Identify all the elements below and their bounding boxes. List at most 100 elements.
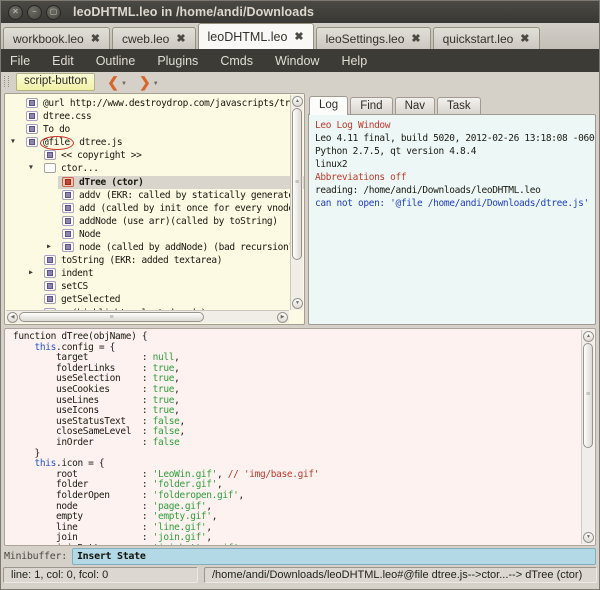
- log-tab-log[interactable]: Log: [309, 96, 348, 115]
- file-tab-quickstart.leo[interactable]: quickstart.leo✖: [433, 27, 540, 49]
- tree-node[interactable]: To do: [5, 123, 304, 136]
- tab-close-icon[interactable]: ✖: [411, 32, 420, 45]
- tab-close-icon[interactable]: ✖: [91, 32, 100, 45]
- code-vertical-scrollbar[interactable]: ▲ ≡ ▼: [581, 330, 594, 544]
- menu-file[interactable]: File: [1, 54, 41, 68]
- tree-node[interactable]: ▶ node (called by addNode) (bad recursion…: [5, 241, 304, 254]
- menu-edit[interactable]: Edit: [41, 54, 85, 68]
- log-tab-task[interactable]: Task: [437, 97, 481, 114]
- tree-node[interactable]: add (called by init once for every vnode…: [5, 202, 304, 215]
- tree-node[interactable]: @url http://www.destroydrop.com/javascri…: [5, 97, 304, 110]
- tree-node[interactable]: ▶ indent: [5, 267, 304, 280]
- tree-node-label: setCS: [61, 280, 88, 293]
- scroll-left-icon[interactable]: ◀: [7, 312, 18, 323]
- node-status-icon[interactable]: [44, 163, 56, 173]
- nav-forward-icon[interactable]: ❯: [139, 75, 151, 89]
- tree-horizontal-scrollbar[interactable]: ◀ ≡ ▶: [6, 310, 289, 323]
- scroll-down-icon[interactable]: ▼: [292, 298, 303, 309]
- log-tab-nav[interactable]: Nav: [395, 97, 435, 114]
- node-status-icon[interactable]: [26, 111, 38, 121]
- node-status-icon[interactable]: [44, 268, 56, 278]
- file-tab-cweb.leo[interactable]: cweb.leo✖: [112, 27, 196, 49]
- node-status-icon[interactable]: [44, 255, 56, 265]
- node-status-icon[interactable]: [62, 216, 74, 226]
- node-status-icon[interactable]: [62, 242, 74, 252]
- tree-node-label: node (called by addNode) (bad recursion?…: [79, 241, 299, 254]
- node-status-icon[interactable]: [62, 177, 74, 187]
- nav-forward-dropdown-icon[interactable]: ▼: [153, 81, 159, 87]
- tree-node-label: << copyright >>: [61, 149, 142, 162]
- tree-node[interactable]: toString (EKR: added textarea): [5, 254, 304, 267]
- log-window[interactable]: Leo Log WindowLeo 4.11 final, build 5020…: [308, 114, 596, 325]
- cursor-position-status: line: 1, col: 0, fcol: 0: [3, 567, 198, 583]
- menu-outline[interactable]: Outline: [85, 54, 147, 68]
- node-status-icon[interactable]: [26, 137, 38, 147]
- file-tab-leoDHTML.leo[interactable]: leoDHTML.leo✖: [198, 23, 314, 49]
- tree-node-label: addv (EKR: called by statically generate…: [79, 189, 299, 202]
- tree-node-label: indent: [61, 267, 93, 280]
- tree-node[interactable]: ▼@file dtree.js: [5, 136, 304, 149]
- tree-collapse-icon[interactable]: ▼: [11, 137, 15, 145]
- tree-node[interactable]: getSelected: [5, 293, 304, 306]
- menu-help[interactable]: Help: [330, 54, 378, 68]
- body-editor-pane[interactable]: function dTree(objName) { this.config = …: [4, 328, 596, 546]
- node-status-icon[interactable]: [62, 229, 74, 239]
- tree-node-label: add (called by init once for every vnode…: [79, 202, 299, 215]
- tree-node[interactable]: Node: [5, 228, 304, 241]
- tree-node[interactable]: addv (EKR: called by statically generate…: [5, 189, 304, 202]
- tree-node[interactable]: ▼ctor...: [5, 162, 304, 175]
- tab-close-icon[interactable]: ✖: [294, 30, 303, 43]
- tree-node[interactable]: setCS: [5, 280, 304, 293]
- tree-vertical-scrollbar[interactable]: ▲ ≡ ▼: [290, 95, 303, 310]
- node-status-icon[interactable]: [26, 98, 38, 108]
- file-tab-leoSettings.leo[interactable]: leoSettings.leo ✖: [316, 27, 431, 49]
- script-button[interactable]: script-button: [16, 73, 95, 91]
- minimize-icon[interactable]: −: [27, 5, 42, 20]
- tab-close-icon[interactable]: ✖: [520, 32, 529, 45]
- tree-node[interactable]: << copyright >>: [5, 149, 304, 162]
- menu-window[interactable]: Window: [264, 54, 330, 68]
- minibuffer-input[interactable]: Insert State: [72, 548, 596, 565]
- tree-expand-icon[interactable]: ▶: [47, 242, 51, 250]
- tree-node-label: To do: [43, 123, 70, 136]
- node-status-icon[interactable]: [44, 281, 56, 291]
- nav-back-icon[interactable]: ❮: [107, 75, 119, 89]
- close-icon[interactable]: ✕: [8, 5, 23, 20]
- toolbar-drag-handle[interactable]: [4, 76, 9, 87]
- maximize-icon[interactable]: ▢: [46, 5, 61, 20]
- nav-back-dropdown-icon[interactable]: ▼: [121, 81, 127, 87]
- tab-close-icon[interactable]: ✖: [176, 32, 185, 45]
- file-tab-label: leoSettings.leo: [326, 32, 405, 46]
- tree-node[interactable]: addNode (use arr)(called by toString): [5, 215, 304, 228]
- node-status-icon[interactable]: [44, 150, 56, 160]
- node-status-icon[interactable]: [44, 294, 56, 304]
- tree-vscroll-thumb[interactable]: ≡: [292, 108, 302, 260]
- scroll-down-icon[interactable]: ▼: [583, 532, 594, 543]
- log-tab-bar: LogFindNavTask: [308, 93, 596, 114]
- tree-collapse-icon[interactable]: ▼: [29, 163, 33, 171]
- node-status-icon[interactable]: [26, 124, 38, 134]
- titlebar[interactable]: ✕ − ▢ leoDHTML.leo in /home/andi/Downloa…: [1, 1, 599, 23]
- file-tab-workbook.leo[interactable]: workbook.leo ✖: [3, 27, 110, 49]
- red-ellipse-annotation: @file: [40, 136, 74, 150]
- log-tab-find[interactable]: Find: [350, 97, 392, 114]
- leo-main-window: ✕ − ▢ leoDHTML.leo in /home/andi/Downloa…: [0, 0, 600, 590]
- tree-expand-icon[interactable]: ▶: [29, 268, 33, 276]
- log-line: Abbreviations off: [315, 171, 589, 184]
- scroll-right-icon[interactable]: ▶: [277, 312, 288, 323]
- thumb-grip-icon: ≡: [293, 179, 301, 186]
- menu-plugins[interactable]: Plugins: [146, 54, 209, 68]
- code-vscroll-thumb[interactable]: ≡: [583, 343, 593, 448]
- tree-node-label: toString (EKR: added textarea): [61, 254, 222, 267]
- scroll-up-icon[interactable]: ▲: [292, 96, 303, 107]
- outline-pane[interactable]: @url http://www.destroydrop.com/javascri…: [4, 93, 305, 325]
- node-status-icon[interactable]: [62, 190, 74, 200]
- tree-node[interactable]: dTree (ctor): [5, 176, 304, 189]
- log-line: Leo Log Window: [315, 119, 589, 132]
- node-status-icon[interactable]: [62, 203, 74, 213]
- menu-cmds[interactable]: Cmds: [209, 54, 264, 68]
- tree-hscroll-thumb[interactable]: ≡: [19, 312, 204, 322]
- tree-node[interactable]: dtree.css: [5, 110, 304, 123]
- file-tab-label: workbook.leo: [13, 32, 84, 46]
- scroll-up-icon[interactable]: ▲: [583, 331, 594, 342]
